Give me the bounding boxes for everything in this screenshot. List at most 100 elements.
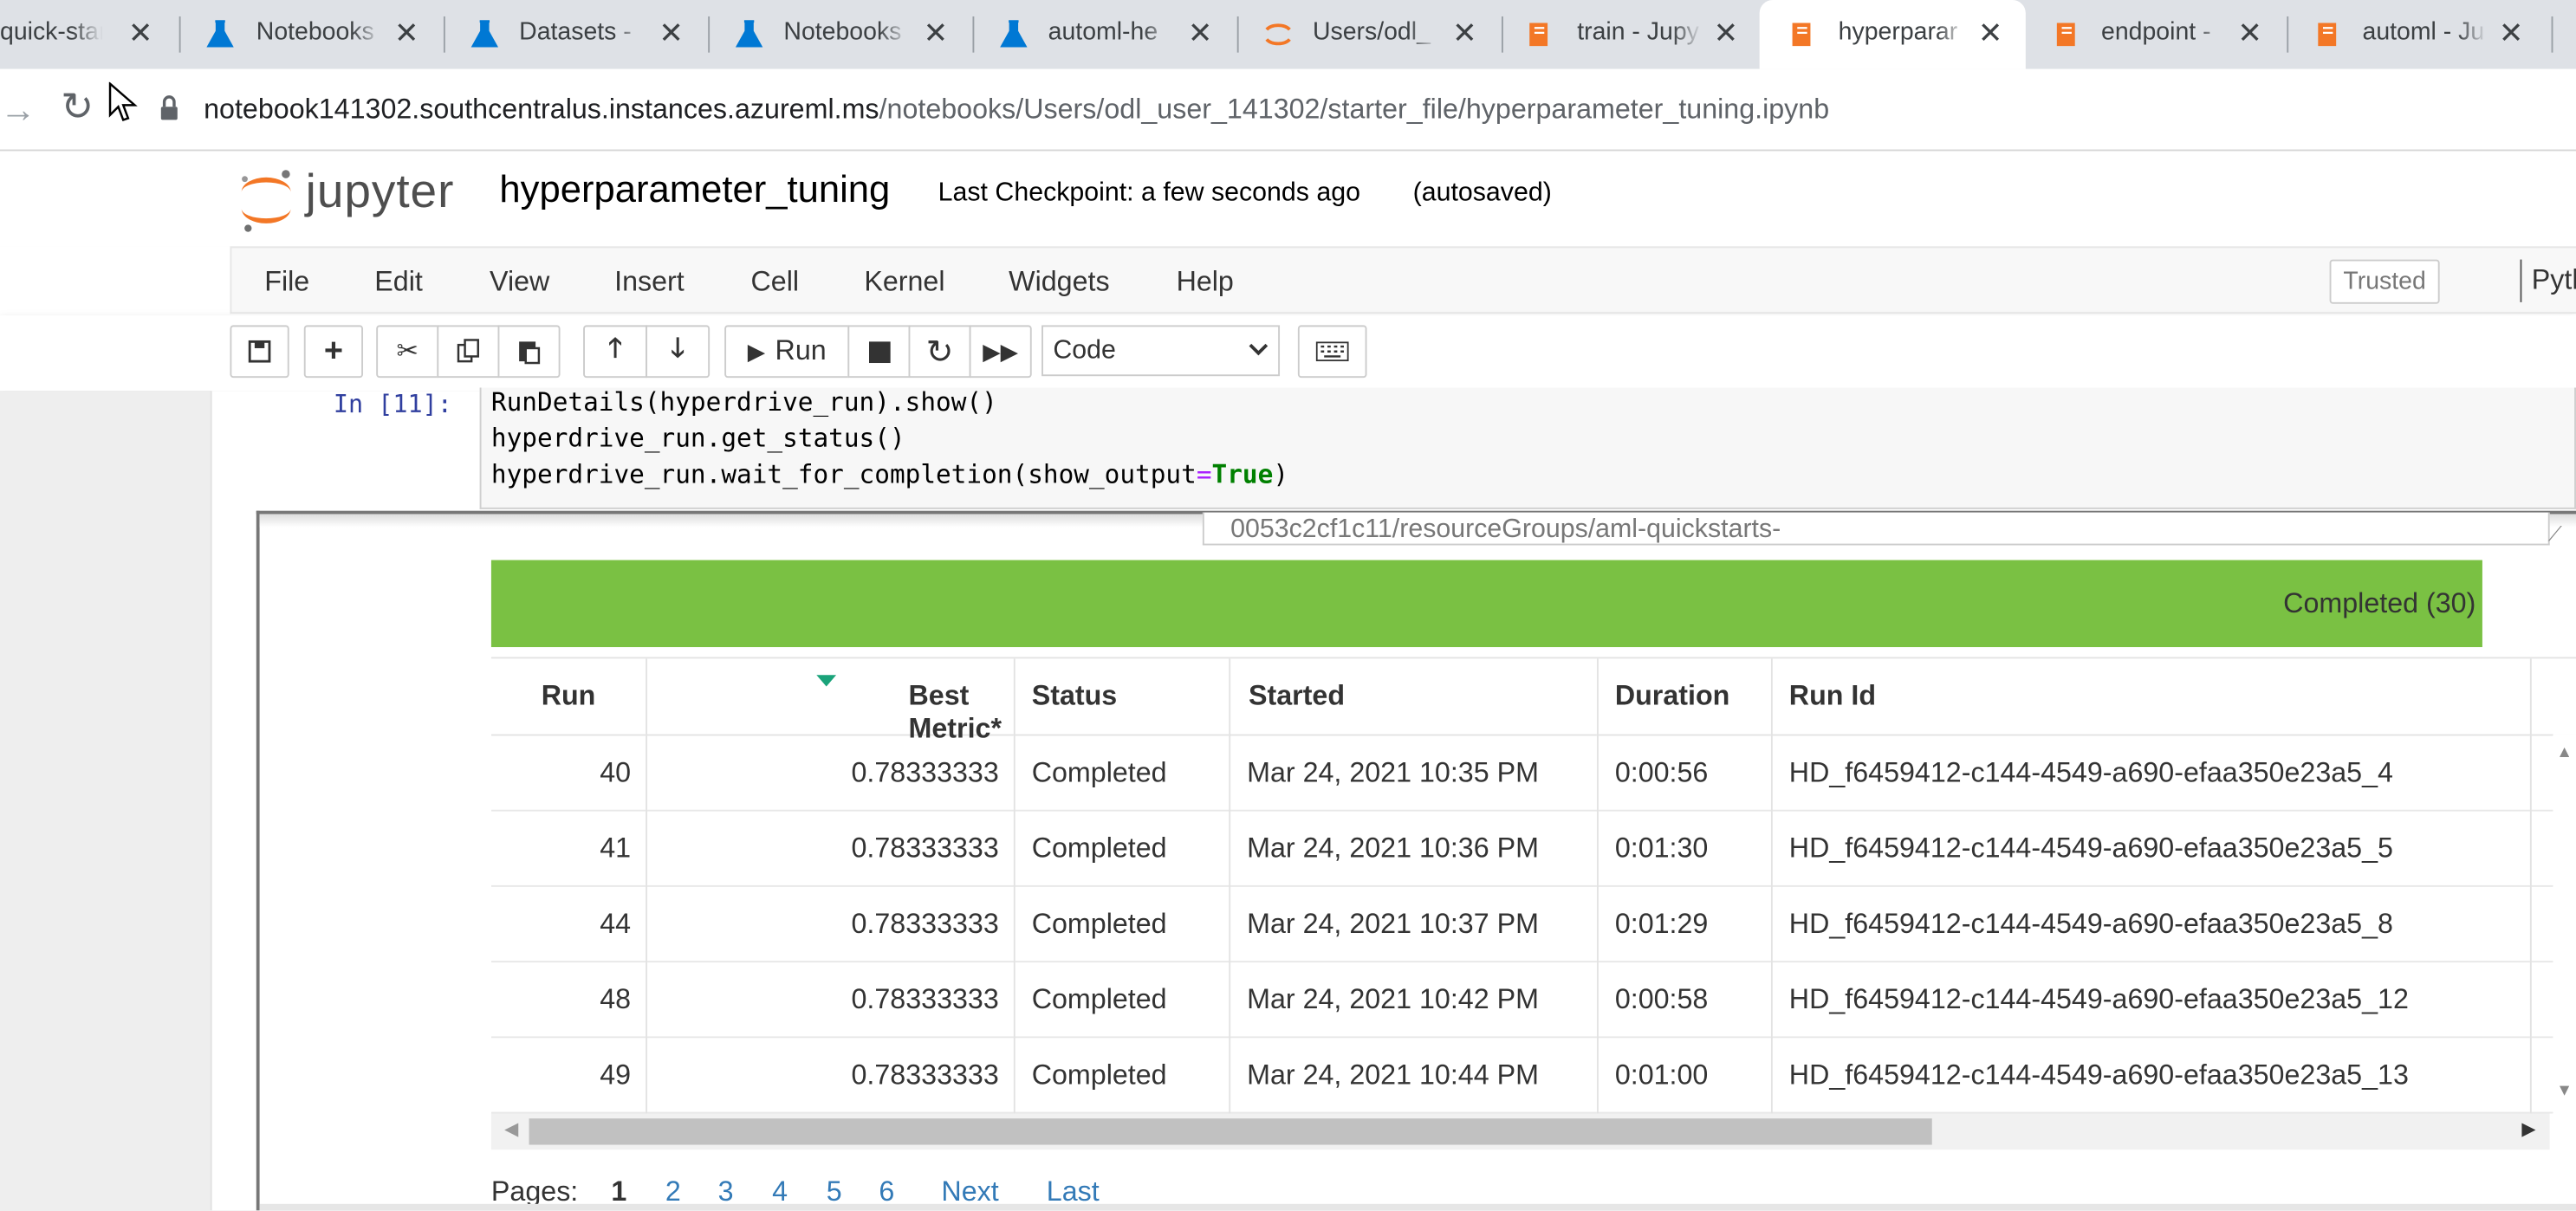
kernel-name[interactable]: Pytho [2532,264,2576,297]
code-text: hyperdrive_run.wait_for_completion(show_… [490,459,1197,490]
menu-help[interactable]: Help [1177,266,1234,299]
scroll-up-icon[interactable]: ▲ [2556,744,2573,762]
scroll-down-icon[interactable]: ▼ [2556,1082,2573,1100]
column-divider [1770,658,1773,1114]
cell-run-id[interactable]: HD_f6459412-c144-4549-a690-efaa350e23a5_… [1789,1059,2409,1092]
jupyter-logo-icon [1265,23,1291,46]
edit-button-group: ✂ [376,325,561,379]
code-line: RunDetails(hyperdrive_run).show() [490,387,997,418]
browser-tab-active[interactable]: hyperparar ✕ [1759,0,2026,69]
resize-handle-icon[interactable]: ⟋ [2548,522,2562,547]
jupyter-logo-icon[interactable] [237,163,295,235]
tab-title: Datasets - [519,17,645,47]
interrupt-button[interactable] [847,325,911,379]
cell-started: Mar 24, 2021 10:37 PM [1247,908,1539,940]
cell-duration: 0:01:29 [1614,908,1709,940]
close-icon[interactable]: ✕ [659,16,684,49]
save-button[interactable] [230,325,289,379]
run-button[interactable]: ▶ Run [724,325,850,379]
column-header-best-metric[interactable]: Best Metric* [646,658,1014,744]
menu-edit[interactable]: Edit [374,266,423,299]
menu-cell[interactable]: Cell [750,266,799,299]
copy-button[interactable] [437,325,500,379]
browser-tab[interactable]: Datasets - ✕ [445,0,708,69]
table-row[interactable]: 49 0.78333333 Completed Mar 24, 2021 10:… [490,1038,2576,1114]
move-down-button[interactable]: 🡓 [646,325,711,379]
close-icon[interactable]: ✕ [128,16,153,49]
jupyter-logo-text[interactable]: jupyter [306,166,455,221]
lock-icon[interactable] [159,95,179,121]
restart-run-all-button[interactable]: ▶▶ [969,325,1032,379]
close-icon[interactable]: ✕ [2499,16,2524,49]
table-row[interactable]: 44 0.78333333 Completed Mar 24, 2021 10:… [490,887,2576,963]
cell-best-metric: 0.78333333 [851,983,999,1015]
browser-tab[interactable]: endpoint - ✕ [2028,0,2287,69]
menu-widgets[interactable]: Widgets [1009,266,1109,299]
column-header-status[interactable]: Status [1013,658,1230,736]
run-label: Run [775,334,827,366]
browser-tab[interactable]: Notebooks ✕ [181,0,444,69]
cell-run-id[interactable]: HD_f6459412-c144-4549-a690-efaa350e23a5_… [1789,832,2393,865]
close-icon[interactable]: ✕ [394,16,419,49]
keyboard-icon [1315,341,1349,362]
table-row[interactable]: 40 0.78333333 Completed Mar 24, 2021 10:… [490,735,2576,812]
restart-button[interactable]: ↻ [908,325,971,379]
scroll-left-icon[interactable]: ◀ [504,1118,518,1140]
close-icon[interactable]: ✕ [1714,16,1739,49]
column-header-run[interactable]: Run [490,658,646,736]
run-progress-bar: Completed (30) [490,560,2482,648]
table-vertical-scrollbar[interactable]: ▲ ▼ [2553,734,2576,1114]
cut-button[interactable]: ✂ [376,325,439,379]
code-keyword: True [1211,459,1274,490]
notebook-toolbar: + ✂ 🡑 🡓 ▶ Run ↻ ▶▶ Code [0,315,2576,392]
restart-icon: ↻ [925,334,954,371]
paste-button[interactable] [497,325,561,379]
browser-tab[interactable]: train - Jupy ✕ [1503,0,1758,69]
cell-run-id[interactable]: HD_f6459412-c144-4549-a690-efaa350e23a5_… [1789,909,2393,942]
sort-descending-icon [816,675,837,687]
close-icon[interactable]: ✕ [2237,16,2262,49]
resource-link-strip: 0053c2cf1c11/resourceGroups/aml-quicksta… [1202,512,2550,546]
cell-run-id[interactable]: HD_f6459412-c144-4549-a690-efaa350e23a5_… [1789,984,2409,1017]
scrollbar-thumb[interactable] [529,1118,1932,1145]
move-up-button[interactable]: 🡑 [583,325,648,379]
browser-tab[interactable]: automl-he ✕ [974,0,1236,69]
cell-type-select[interactable]: Code [1041,325,1281,377]
menu-insert[interactable]: Insert [614,266,685,299]
column-header-started[interactable]: Started [1229,658,1597,736]
browser-tab[interactable]: automl - Ju ✕ [2288,0,2551,69]
browser-tab[interactable]: Users/odl_ ✕ [1239,0,1502,69]
browser-tab[interactable]: quick-start ✕ [0,0,178,69]
resource-path[interactable]: 0053c2cf1c11/resourceGroups/aml-quicksta… [1230,515,1781,543]
cell-run-id[interactable]: HD_f6459412-c144-4549-a690-efaa350e23a5_… [1789,757,2393,790]
menu-view[interactable]: View [490,266,549,299]
column-header-duration[interactable]: Duration [1596,658,1771,736]
table-horizontal-scrollbar[interactable]: ◀ ▶ [490,1113,2550,1150]
forward-icon[interactable]: → [0,88,36,131]
cell-run: 48 [600,983,632,1015]
menu-kernel[interactable]: Kernel [864,266,944,299]
notebook-name[interactable]: hyperparameter_tuning [499,167,890,211]
close-icon[interactable]: ✕ [1188,16,1213,49]
cell-run: 44 [600,908,632,940]
column-header-run-id[interactable]: Run Id [1770,658,2576,736]
cell-duration: 0:01:00 [1614,1059,1709,1091]
trusted-indicator[interactable]: Trusted [2329,259,2440,304]
command-palette-button[interactable] [1297,325,1367,379]
play-icon: ▶ [747,337,766,364]
table-row[interactable]: 48 0.78333333 Completed Mar 24, 2021 10:… [490,962,2576,1039]
scroll-right-icon[interactable]: ▶ [2521,1118,2535,1140]
code-cell-input[interactable]: RunDetails(hyperdrive_run).show() hyperd… [479,387,2576,509]
menu-file[interactable]: File [264,266,309,299]
close-icon[interactable]: ✕ [1978,16,2003,49]
address-bar[interactable]: notebook141302.southcentralus.instances.… [204,94,1829,126]
close-icon[interactable]: ✕ [924,16,949,49]
output-bottom-edge [259,1203,2576,1211]
insert-cell-button[interactable]: + [303,325,364,379]
browser-tab[interactable]: Notebooks ✕ [710,0,972,69]
table-row[interactable]: 41 0.78333333 Completed Mar 24, 2021 10:… [490,812,2576,887]
close-icon[interactable]: ✕ [1452,16,1477,49]
notebook-icon [2056,23,2075,47]
arrow-up-icon: 🡑 [608,334,622,363]
reload-icon[interactable]: ↻ [61,84,94,132]
